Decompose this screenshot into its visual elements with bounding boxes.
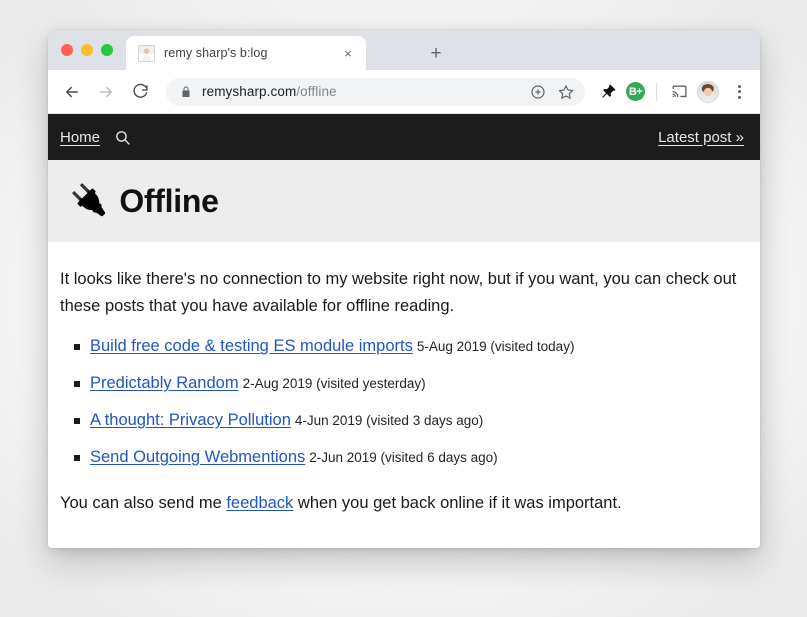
offline-posts-list: Build free code & testing ES module impo… [60, 337, 742, 467]
outro-paragraph: You can also send me feedback when you g… [60, 490, 742, 516]
extensions-area: B+ [597, 80, 750, 103]
post-meta: 2-Jun 2019 (visited 6 days ago) [309, 449, 498, 465]
extension-badge-icon[interactable]: B+ [626, 82, 645, 101]
site-nav-left: Home [60, 129, 131, 146]
post-link[interactable]: Predictably Random [90, 374, 239, 392]
browser-toolbar: remysharp.com/offline B+ [48, 70, 760, 114]
outro-text-before: You can also send me [60, 493, 227, 512]
post-link[interactable]: Send Outgoing Webmentions [90, 448, 305, 466]
new-tab-button[interactable]: + [424, 41, 448, 65]
maximize-window-button[interactable] [101, 44, 113, 56]
close-tab-icon[interactable]: × [338, 43, 358, 63]
tab-title: remy sharp's b:log [164, 46, 268, 60]
omnibox-actions [525, 79, 579, 105]
nav-link-latest-post[interactable]: Latest post » [658, 129, 744, 146]
search-icon[interactable] [114, 129, 131, 146]
intro-paragraph: It looks like there's no connection to m… [60, 270, 737, 315]
page-title: Offline [119, 182, 219, 219]
bookmark-star-icon[interactable] [553, 79, 579, 105]
list-item: Build free code & testing ES module impo… [60, 337, 742, 357]
post-link[interactable]: A thought: Privacy Pollution [90, 411, 291, 429]
lock-icon [180, 86, 192, 98]
page-content: It looks like there's no connection to m… [48, 242, 760, 516]
url-path: /offline [296, 84, 337, 99]
chrome-menu-icon[interactable] [728, 81, 750, 103]
forward-icon[interactable] [92, 78, 120, 106]
reload-icon[interactable] [126, 78, 154, 106]
site-navigation-bar: Home Latest post » [48, 114, 760, 160]
browser-window: remy sharp's b:log × + remysharp.com/off… [48, 30, 760, 548]
close-window-button[interactable] [61, 44, 73, 56]
address-bar[interactable]: remysharp.com/offline [166, 77, 585, 106]
plug-icon: 🔌 [70, 184, 108, 217]
toolbar-divider [656, 82, 657, 101]
cast-icon[interactable] [668, 81, 690, 103]
page-hero: 🔌 Offline [48, 160, 760, 242]
favicon-icon [138, 44, 155, 62]
list-item: Send Outgoing Webmentions 2-Jun 2019 (vis… [60, 448, 742, 468]
post-link[interactable]: Build free code & testing ES module impo… [90, 337, 413, 355]
pin-icon[interactable] [597, 81, 619, 103]
page-viewport: Home Latest post » 🔌 Offline It looks li [48, 114, 760, 548]
share-icon[interactable] [525, 79, 551, 105]
url-text: remysharp.com/offline [202, 84, 525, 99]
profile-avatar[interactable] [697, 80, 719, 103]
feedback-link[interactable]: feedback [226, 494, 293, 512]
browser-tab[interactable]: remy sharp's b:log × [126, 36, 366, 70]
list-item: A thought: Privacy Pollution 4-Jun 2019 (… [60, 411, 742, 431]
post-meta: 2-Aug 2019 (visited yesterday) [242, 376, 426, 392]
post-meta: 4-Jun 2019 (visited 3 days ago) [294, 413, 484, 429]
url-domain: remysharp.com [202, 84, 297, 99]
list-item: Predictably Random 2-Aug 2019 (visited ye… [60, 374, 742, 394]
nav-link-home[interactable]: Home [60, 129, 100, 146]
tab-strip: remy sharp's b:log × + [48, 30, 760, 70]
outro-text-after: when you get back online if it was impor… [293, 493, 622, 512]
back-icon[interactable] [58, 78, 86, 106]
window-traffic-lights [61, 44, 113, 56]
desktop-background: remy sharp's b:log × + remysharp.com/off… [0, 0, 807, 617]
minimize-window-button[interactable] [81, 44, 93, 56]
post-meta: 5-Aug 2019 (visited today) [416, 339, 575, 355]
